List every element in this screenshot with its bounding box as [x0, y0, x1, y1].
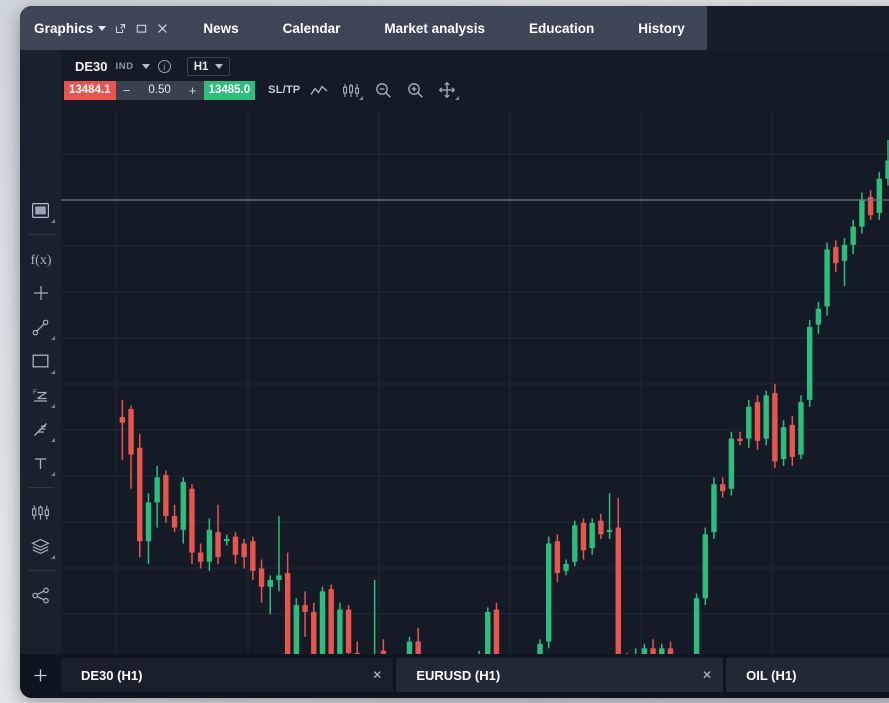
nav-tab-news[interactable]: News [181, 6, 260, 50]
doc-tab-oil[interactable]: OIL (H1) [726, 658, 889, 692]
buy-price-button[interactable]: 13485.0 [203, 80, 256, 100]
zoom-out-icon[interactable] [370, 79, 396, 101]
document-tab-bar: DE30 (H1) ✕ EURUSD (H1) ✕ OIL (H1) [20, 654, 889, 698]
nav-tab-market-analysis[interactable]: Market analysis [362, 6, 507, 50]
doc-tab-label: EURUSD (H1) [416, 667, 501, 683]
volume-input[interactable]: 0.50 [137, 80, 182, 100]
nav-tab-group: News Calendar Market analysis Education … [181, 6, 707, 50]
top-navigation-bar: Graphics News Calendar Market analysis E… [20, 6, 889, 50]
nav-filler [706, 6, 889, 50]
maximize-window-button[interactable] [134, 21, 148, 35]
doc-tab-label: DE30 (H1) [81, 667, 143, 683]
zoom-in-icon[interactable] [402, 79, 428, 101]
tool-expand-corner-icon [50, 438, 55, 442]
candlestick-chart-type-icon[interactable] [338, 79, 364, 101]
timeframe-selector[interactable]: H1 [186, 57, 231, 76]
chevron-down-icon [98, 25, 107, 31]
nav-tab-history[interactable]: History [616, 6, 707, 50]
doc-tab-eurusd[interactable]: EURUSD (H1) ✕ [396, 658, 724, 692]
symbol-dropdown-icon[interactable] [141, 64, 150, 69]
tool-expand-corner-icon [50, 370, 55, 374]
chart-svg [61, 110, 889, 676]
rail-divider [27, 570, 54, 571]
tool-expand-corner-icon [50, 404, 55, 408]
info-icon[interactable]: i [157, 60, 171, 73]
restore-window-button[interactable] [113, 21, 127, 35]
drawing-tool-rail: f(x) F [20, 50, 61, 654]
tool-expand-corner-icon [50, 472, 55, 476]
symbol-name: DE30 [75, 59, 108, 74]
instrument-toolbar: DE30 IND i H1 13484.1 − 0.50 + 13485.0 S… [61, 50, 889, 110]
indicators-fx-tool[interactable]: f(x) [26, 242, 56, 276]
timeframe-label: H1 [193, 60, 209, 73]
svg-text:F: F [33, 389, 37, 396]
line-tool[interactable] [26, 310, 56, 344]
crosshair-move-icon[interactable] [434, 79, 460, 101]
candlestick-chart-plot[interactable] [61, 110, 889, 676]
nav-tab-calendar[interactable]: Calendar [261, 6, 363, 50]
svg-text:f(x): f(x) [30, 253, 51, 268]
application-window: Graphics News Calendar Market analysis E… [20, 6, 889, 698]
layers-tool[interactable] [26, 529, 56, 563]
close-icon[interactable]: ✕ [372, 668, 382, 682]
graphics-menu-label: Graphics [34, 20, 94, 36]
sell-price-button[interactable]: 13484.1 [64, 80, 116, 100]
trade-row: 13484.1 − 0.50 + 13485.0 SL/TP [64, 79, 460, 101]
close-icon[interactable]: ✕ [702, 668, 712, 682]
chart-display-tool[interactable] [26, 193, 56, 227]
workspace: f(x) F DE30 IND i H1 13484.1 − 0.50 + 13… [20, 50, 889, 682]
tool-expand-corner-icon [359, 96, 364, 100]
tool-expand-corner-icon [50, 336, 55, 340]
add-chart-button[interactable] [20, 658, 61, 692]
rectangle-tool[interactable] [26, 344, 56, 378]
line-chart-type-icon[interactable] [306, 79, 332, 101]
doc-tab-label: OIL (H1) [746, 667, 797, 683]
text-tool[interactable] [26, 446, 56, 480]
tool-expand-corner-icon [50, 219, 55, 223]
doc-tab-de30[interactable]: DE30 (H1) ✕ [61, 658, 394, 692]
close-window-button[interactable] [155, 21, 169, 35]
symbol-kind-label: IND [115, 61, 134, 72]
rail-divider [27, 234, 54, 235]
nav-tab-education[interactable]: Education [507, 6, 616, 50]
fibonacci-tool[interactable]: F [26, 378, 56, 412]
candle-settings-tool[interactable] [26, 495, 56, 529]
volume-decrease-button[interactable]: − [115, 80, 138, 100]
chevron-down-icon [215, 64, 224, 69]
graphics-menu[interactable]: Graphics [20, 6, 182, 50]
tool-expand-corner-icon [455, 96, 460, 100]
volume-increase-button[interactable]: + [181, 80, 204, 100]
symbol-row: DE30 IND i H1 [75, 57, 231, 76]
chart-region: DE30 IND i H1 13484.1 − 0.50 + 13485.0 S… [61, 50, 889, 682]
tool-expand-corner-icon [50, 555, 55, 559]
sltp-button[interactable]: SL/TP [268, 84, 300, 96]
crosshair-tool[interactable] [26, 276, 56, 310]
share-tool[interactable] [26, 578, 56, 612]
elliott-wave-tool[interactable] [26, 412, 56, 446]
rail-divider [27, 487, 54, 488]
